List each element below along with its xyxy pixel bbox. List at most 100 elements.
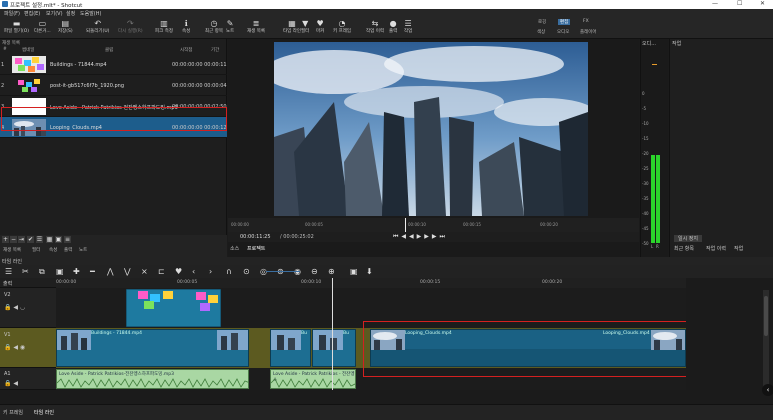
layout-player[interactable]: 플레이어 [580, 29, 597, 35]
notes-button[interactable]: ✎ 노트 [226, 19, 234, 34]
history-button[interactable]: ⇆ 작업 이력 [366, 19, 384, 34]
menu-settings[interactable]: 설정 [66, 10, 75, 17]
menu-button[interactable]: ☰ [36, 236, 43, 243]
layout-audio[interactable]: 오디오 [557, 29, 569, 35]
tab-export[interactable]: 출력 [64, 247, 72, 253]
timecode[interactable]: 00:00:11:25 [240, 234, 271, 240]
timeline-tool-button[interactable]: ⋀ [107, 267, 114, 276]
tab-timeline[interactable]: 타임 라인 [34, 409, 54, 416]
timeline-tool-button[interactable]: ‹ [192, 267, 195, 276]
vertical-scrollbar[interactable] [763, 290, 769, 390]
peak-meter-button[interactable]: ▥ 피크 측정 [155, 19, 173, 34]
timeline-tool-button[interactable]: ⊕ [328, 267, 335, 276]
menu-help[interactable]: 도움말(H) [80, 10, 101, 17]
update-button[interactable]: ✔ [27, 236, 34, 243]
tab-history[interactable]: 작업 이력 [706, 245, 726, 252]
add-button[interactable]: + [2, 236, 9, 243]
viewer-playhead[interactable] [405, 218, 406, 232]
timeline-tool-button[interactable]: ✂ [22, 267, 29, 276]
icons-view-button[interactable]: ≡ [64, 236, 71, 243]
tab-notes[interactable]: 노트 [79, 247, 87, 253]
minimize-button[interactable]: — [712, 0, 718, 7]
timeline-tool-button[interactable]: ✚ [73, 267, 80, 276]
undo-button[interactable]: ↶ 되돌리기(U) [86, 19, 109, 34]
column-number[interactable]: # [3, 47, 7, 54]
pause-button[interactable]: 일시 정지 [674, 235, 702, 242]
column-duration[interactable]: 기간 [211, 47, 219, 54]
remove-button[interactable]: − [10, 236, 17, 243]
timeline-button[interactable]: ▦ 타임 라인 [283, 19, 301, 34]
timeline-tool-button[interactable]: ▣ [56, 267, 64, 276]
close-button[interactable]: ✕ [760, 0, 765, 7]
marker-button[interactable]: ♥ 마커 [316, 19, 324, 34]
collapse-arrow-icon[interactable]: ‹ [762, 384, 773, 396]
clip-v1-buildings[interactable]: Buildings - 71844.mp4 [56, 329, 249, 367]
timeline-tool-button[interactable]: ⋁ [124, 267, 131, 276]
tab-properties[interactable]: 속성 [49, 247, 57, 253]
timeline-tool-button[interactable]: ━ [90, 267, 95, 276]
timeline-tool-button[interactable]: ▣ [350, 267, 358, 276]
details-view-button[interactable]: ▦ [46, 236, 53, 243]
video-frame[interactable] [274, 42, 588, 216]
menu-view[interactable]: 보기(V) [46, 10, 63, 17]
track-output[interactable]: 출력 [0, 278, 56, 288]
column-thumbnail[interactable]: 썸네일 [22, 47, 34, 54]
append-button[interactable]: ⇥ [18, 236, 25, 243]
tab-recent[interactable]: 최근 항목 [674, 245, 694, 252]
tab-project[interactable]: 프로젝트 [247, 245, 265, 252]
folder-button[interactable]: ▬ 파일 열기(O) [4, 19, 29, 34]
tab-jobs[interactable]: 작업 [734, 245, 743, 252]
tiles-view-button[interactable]: ▣ [55, 236, 62, 243]
track-a1[interactable]: A1 🔒 ◀ [0, 368, 56, 390]
timeline-area[interactable]: 00:00:00 00:00:05 00:00:10 00:00:15 00:00:20… [56, 278, 686, 390]
timeline-tool-button[interactable]: ♥ [175, 267, 182, 276]
tab-playlist[interactable]: 재생 목록 [3, 247, 21, 253]
clip-a1-love-aside-1[interactable]: Love Aside - Patrick Patrikios-전잔멩스하프파도밍… [56, 369, 249, 389]
column-clip[interactable]: 클립 [105, 47, 113, 54]
clip-v1-bu-2[interactable]: Bu [312, 329, 356, 367]
timeline-tool-button[interactable]: › [209, 267, 212, 276]
redo-button[interactable]: ↷ 다시 실행(R) [118, 19, 143, 34]
timeline-tool-button[interactable]: ⊙ [243, 267, 250, 276]
info-button[interactable]: ℹ 속성 [182, 19, 190, 34]
timeline-ruler[interactable]: 00:00:00 00:00:05 00:00:10 00:00:15 00:00:20 [56, 278, 686, 288]
playhead[interactable] [332, 278, 333, 390]
playlist-row[interactable]: 2 post-it-gb517c6f7b_1920.png 00:00:00:0… [0, 75, 227, 96]
track-v1[interactable]: V1 🔒 ◀ ◉ [0, 328, 56, 368]
export-button[interactable]: ● 출력 [389, 19, 397, 34]
viewer-ruler[interactable]: 00:00:00 00:00:05 00:00:10 00:00:15 00:00:20 [228, 218, 639, 232]
layout-color[interactable]: 색상 [537, 29, 545, 35]
play-controls[interactable]: ⏮◀◀▶▶▶⏭ [393, 233, 448, 241]
folder-more-button[interactable]: ▭ 다른거... [34, 19, 51, 34]
save-button[interactable]: ▤ 저장(S) [58, 19, 73, 34]
timeline-tool-button[interactable]: ∩ [226, 267, 232, 276]
timeline-tool-button[interactable]: ⊖ [311, 267, 318, 276]
recent-button[interactable]: ◷ 최근 항목 [205, 19, 223, 34]
filter-button[interactable]: ▼ 필터 [301, 19, 309, 34]
menu-file[interactable]: 파일(F) [4, 10, 20, 17]
timeline-tool-button[interactable]: ⧉ [39, 267, 45, 276]
jobs-button[interactable]: ☰ 작업 [404, 19, 412, 34]
timeline-tool-button[interactable]: ⬇ [366, 267, 373, 276]
playlist-row[interactable]: 1 Buildings - 71844.mp4 00:00:00:00 00:0… [0, 54, 227, 75]
layout-fx[interactable]: FX [583, 19, 589, 24]
clip-a1-love-aside-2[interactable]: Love Aside - Patrick Patrikios - 전잔멩스 [270, 369, 356, 389]
menu-edit[interactable]: 편집(E) [24, 10, 40, 17]
scrollbar-thumb[interactable] [764, 296, 768, 336]
maximize-button[interactable]: ☐ [737, 0, 742, 7]
column-in[interactable]: 시작점 [180, 47, 192, 54]
playlist-button[interactable]: ≣ 재생 목록 [247, 19, 265, 34]
tab-source[interactable]: 소스 [230, 245, 239, 252]
layout-edit[interactable]: 편집 [558, 19, 571, 25]
tab-keyframes[interactable]: 키 프레임 [3, 409, 23, 416]
clip-v2-postit[interactable] [126, 289, 221, 327]
timeline-tool-button[interactable]: ☰ [5, 267, 12, 276]
timeline-tool-button[interactable]: ⨯ [141, 267, 148, 276]
layout-logging[interactable]: 로깅 [538, 19, 546, 25]
keyframes-button[interactable]: ◔ 키 프레임 [333, 19, 351, 34]
clip-v1-bu-1[interactable]: Bu [270, 329, 311, 367]
zoom-slider[interactable] [266, 271, 300, 272]
timeline-tool-button[interactable]: ⊏ [158, 267, 165, 276]
tab-filters[interactable]: 필터 [32, 247, 40, 253]
track-v2[interactable]: V2 🔒 ◀ ◡ [0, 288, 56, 328]
